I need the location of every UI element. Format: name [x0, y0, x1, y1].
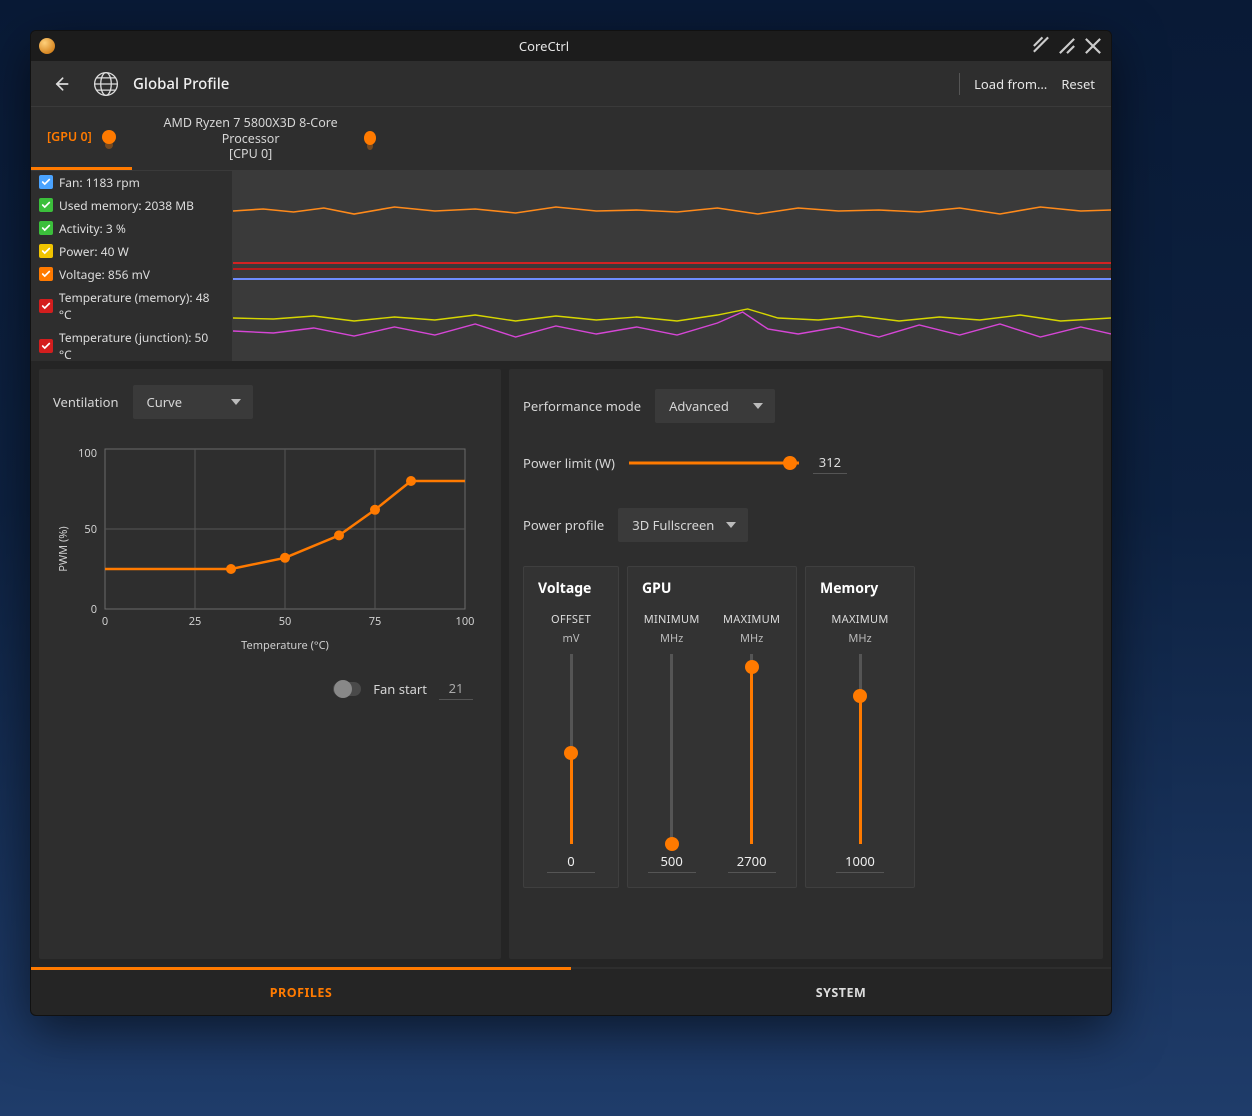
fan-curve-chart[interactable]: PWM (%) 0 25 50 75 100 [55, 439, 485, 659]
svg-text:100: 100 [78, 446, 97, 461]
power-profile-select[interactable]: 3D Fullscreen [618, 508, 748, 542]
load-from-button[interactable]: Load from… [974, 75, 1047, 93]
svg-text:50: 50 [84, 522, 97, 537]
device-toggle-icon[interactable] [102, 130, 116, 144]
sensor-item[interactable]: Power: 40 W [31, 240, 232, 263]
chart-xlabel: Temperature (°C) [241, 638, 329, 653]
app-icon [39, 38, 55, 54]
power-profile-label: Power profile [523, 516, 604, 534]
bottom-nav: PROFILES SYSTEM [31, 967, 1111, 1015]
device-tab-label: AMD Ryzen 7 5800X3D 8-Core Processor [CP… [148, 115, 354, 162]
sensor-checkbox[interactable] [39, 299, 53, 313]
power-limit-slider[interactable] [629, 454, 799, 472]
device-toggle-icon[interactable] [364, 131, 376, 145]
toolbar: Global Profile Load from… Reset [31, 61, 1111, 107]
sensor-label: Used memory: 2038 MB [59, 197, 194, 214]
svg-text:50: 50 [279, 614, 292, 629]
performance-mode-select[interactable]: Advanced [655, 389, 775, 423]
performance-mode-label: Performance mode [523, 397, 641, 415]
sensor-item[interactable]: Activity: 3 % [31, 217, 232, 240]
device-tab-label: [GPU 0] [47, 129, 92, 145]
svg-text:0: 0 [102, 614, 108, 629]
card-title: GPU [636, 579, 788, 598]
voltage-offset-slider[interactable]: OFFSET mV 0 [547, 612, 595, 873]
svg-text:25: 25 [189, 614, 202, 629]
sensor-graph [233, 171, 1111, 361]
ventilation-mode-select[interactable]: Curve [133, 385, 253, 419]
minimize-button[interactable] [1031, 36, 1051, 56]
tab-profiles[interactable]: PROFILES [31, 969, 571, 1015]
maximize-button[interactable] [1057, 36, 1077, 56]
sensor-label: Fan: 1183 rpm [59, 174, 140, 191]
toolbar-separator [959, 73, 960, 95]
monitor-row: Fan: 1183 rpm Used memory: 2038 MB Activit… [31, 171, 1111, 361]
titlebar: CoreCtrl [31, 31, 1111, 61]
card-title: Memory [814, 579, 906, 598]
sensor-label: Power: 40 W [59, 243, 129, 260]
sensor-checkbox[interactable] [39, 339, 53, 353]
reset-button[interactable]: Reset [1061, 75, 1095, 93]
sensor-list[interactable]: Fan: 1183 rpm Used memory: 2038 MB Activit… [31, 171, 233, 361]
svg-text:75: 75 [369, 614, 382, 629]
device-tab-cpu0[interactable]: AMD Ryzen 7 5800X3D 8-Core Processor [CP… [132, 107, 392, 170]
tuning-cards: Voltage OFFSET mV 0 GPU [523, 566, 1089, 888]
close-button[interactable] [1083, 36, 1103, 56]
gpu-min-slider[interactable]: MINIMUM MHz 500 [644, 612, 700, 873]
sensor-checkbox[interactable] [39, 175, 53, 189]
memory-card: Memory MAXIMUM MHz 1000 [805, 566, 915, 888]
profile-name: Global Profile [133, 74, 229, 94]
svg-text:0: 0 [91, 602, 97, 617]
sensor-label: Voltage: 856 mV [59, 266, 150, 283]
ventilation-panel: Ventilation Curve PWM (%) [39, 369, 501, 959]
device-tabs: [GPU 0] AMD Ryzen 7 5800X3D 8-Core Proce… [31, 107, 1111, 171]
fan-start-value[interactable]: 21 [439, 679, 473, 700]
ventilation-label: Ventilation [53, 393, 119, 411]
sensor-label: Temperature (memory): 48 °C [59, 289, 224, 323]
sensor-checkbox[interactable] [39, 221, 53, 235]
sensor-label: Activity: 3 % [59, 220, 126, 237]
sensor-item[interactable]: Temperature (junction): 50 °C [31, 326, 232, 361]
device-tab-gpu0[interactable]: [GPU 0] [31, 107, 132, 170]
sensor-checkbox[interactable] [39, 198, 53, 212]
memory-max-slider[interactable]: MAXIMUM MHz 1000 [831, 612, 888, 873]
voltage-card: Voltage OFFSET mV 0 [523, 566, 619, 888]
fan-start-label: Fan start [373, 680, 427, 698]
sensor-checkbox[interactable] [39, 244, 53, 258]
gpu-max-slider[interactable]: MAXIMUM MHz 2700 [723, 612, 780, 873]
globe-icon [91, 69, 121, 99]
sensor-item[interactable]: Used memory: 2038 MB [31, 194, 232, 217]
fan-start-toggle[interactable] [333, 682, 361, 696]
back-button[interactable] [47, 70, 75, 98]
chart-ylabel: PWM (%) [56, 526, 71, 571]
tab-system[interactable]: SYSTEM [571, 969, 1111, 1015]
power-limit-value[interactable]: 312 [813, 453, 847, 474]
sensor-label: Temperature (junction): 50 °C [59, 329, 224, 361]
window-title: CoreCtrl [63, 37, 1025, 55]
performance-panel: Performance mode Advanced Power limit (W… [509, 369, 1103, 959]
sensor-item[interactable]: Fan: 1183 rpm [31, 171, 232, 194]
sensor-item[interactable]: Temperature (memory): 48 °C [31, 286, 232, 326]
sensor-checkbox[interactable] [39, 267, 53, 281]
sensor-item[interactable]: Voltage: 856 mV [31, 263, 232, 286]
gpu-card: GPU MINIMUM MHz 500 MAXIMUM MHz 2700 [627, 566, 797, 888]
power-limit-label: Power limit (W) [523, 454, 615, 472]
svg-text:100: 100 [456, 614, 475, 629]
card-title: Voltage [532, 579, 610, 598]
panels: Ventilation Curve PWM (%) [31, 361, 1111, 967]
app-window: CoreCtrl Global Profile Load from… Reset… [30, 30, 1112, 1016]
